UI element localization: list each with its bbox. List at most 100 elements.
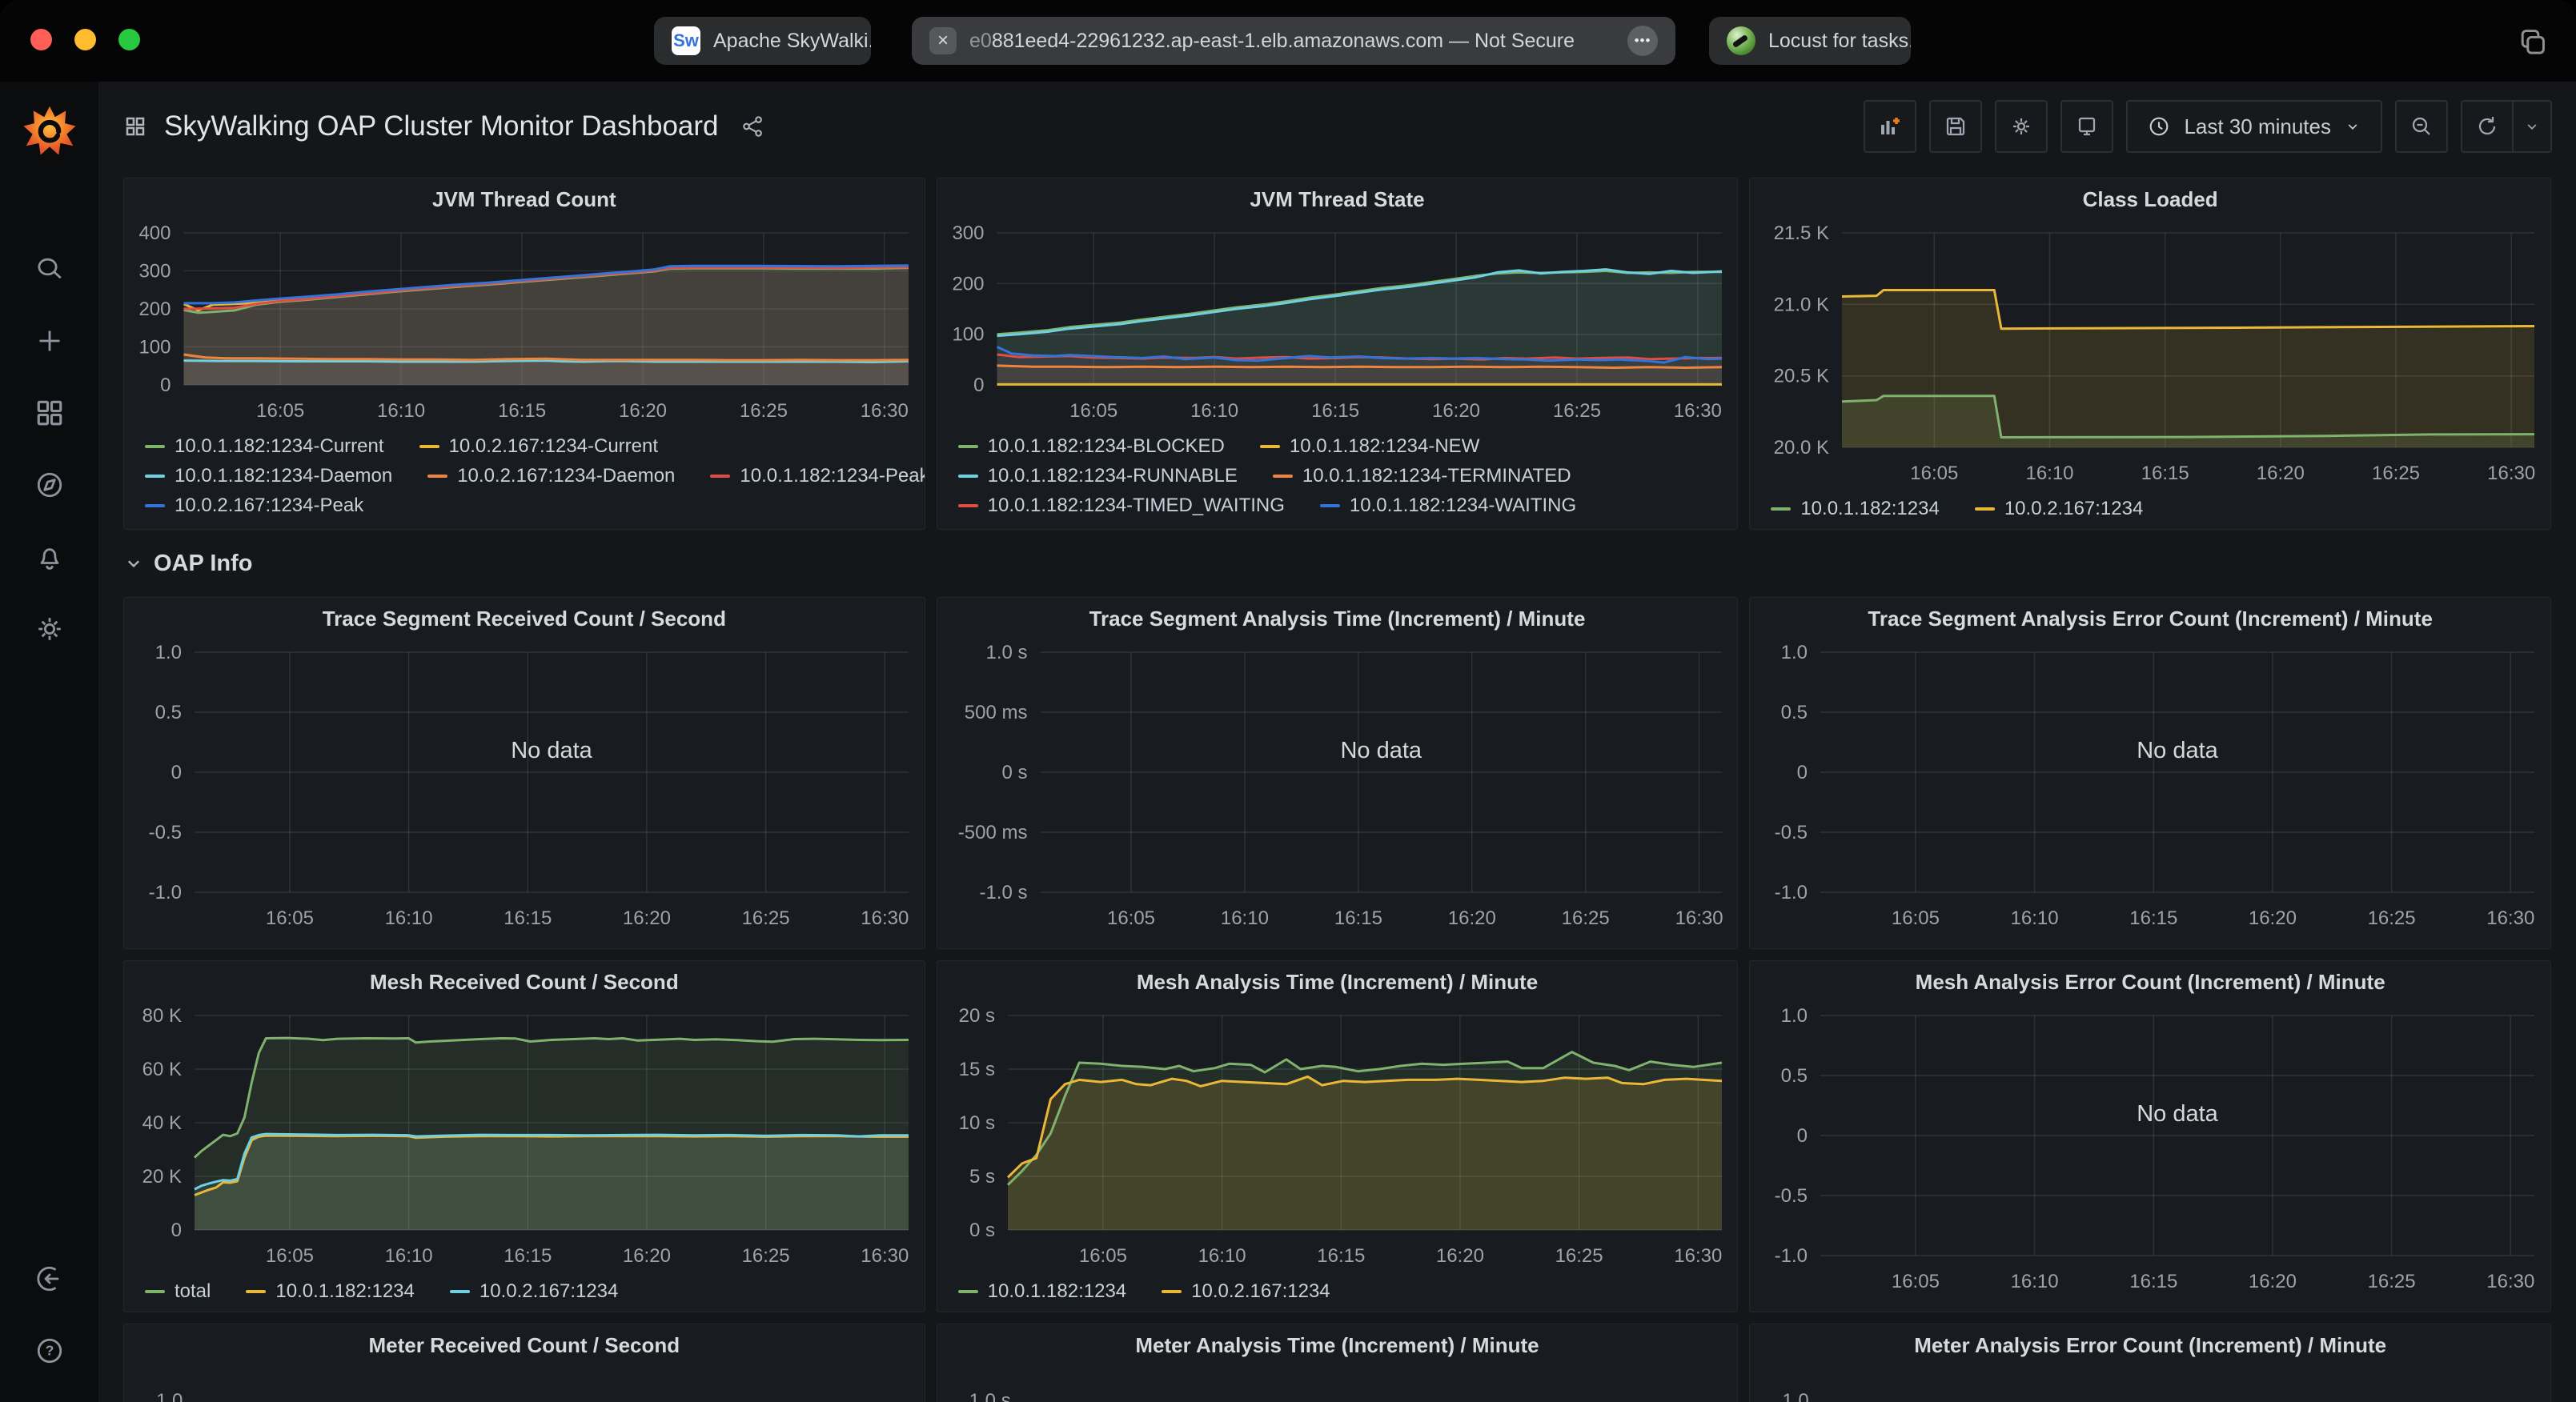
panel-title[interactable]: JVM Thread Count	[124, 178, 925, 220]
page-title[interactable]: SkyWalking OAP Cluster Monitor Dashboard	[164, 110, 719, 142]
panel-chart[interactable]: 1.00.50-0.5-1.016:0516:1016:1516:2016:25…	[124, 639, 925, 934]
svg-text:100: 100	[138, 337, 171, 359]
explore-compass-icon[interactable]	[34, 469, 66, 501]
panel-chart[interactable]: 1.00.50-0.5-1.016:0516:1016:1516:2016:25…	[1750, 1003, 2550, 1297]
legend-label: 10.0.2.167:1234	[2004, 498, 2144, 520]
panel-title[interactable]: JVM Thread State	[937, 178, 1738, 220]
legend-item[interactable]: 10.0.1.182:1234-Current	[145, 435, 384, 458]
panel-chart[interactable]: 1.0 s500 ms0 s-500 ms-1.0 s16:0516:1016:…	[937, 639, 1738, 934]
cycle-view-mode-button[interactable]	[2060, 100, 2113, 153]
legend-item[interactable]: 10.0.1.182:1234	[958, 1280, 1127, 1303]
time-series-plot[interactable]: 020 K40 K60 K80 K16:0516:1016:1516:2016:…	[124, 1003, 925, 1272]
panel-title[interactable]: Trace Segment Analysis Error Count (Incr…	[1750, 598, 2550, 639]
svg-text:1.0 s: 1.0 s	[985, 642, 1027, 663]
legend-item[interactable]: 10.0.1.182:1234-WAITING	[1320, 495, 1576, 517]
panel-title[interactable]: Mesh Analysis Error Count (Increment) / …	[1750, 961, 2550, 1003]
legend-item[interactable]: 10.0.1.182:1234-NEW	[1260, 435, 1479, 458]
time-series-plot[interactable]: 010020030016:0516:1016:1516:2016:2516:30	[937, 220, 1738, 427]
refresh-interval-dropdown[interactable]	[2514, 100, 2552, 153]
create-plus-icon[interactable]	[34, 325, 66, 357]
sign-out-icon[interactable]	[34, 1263, 66, 1295]
tab-locust[interactable]: Locust for tasks.py	[1709, 17, 1911, 65]
time-series-plot[interactable]: 1.00.50-0.5-1.016:0516:1016:1516:2016:25…	[1750, 1003, 2550, 1297]
zoom-out-time-button[interactable]	[2395, 100, 2448, 153]
legend-color-swatch	[710, 475, 730, 478]
legend-item[interactable]: 10.0.2.167:1234	[1975, 498, 2144, 520]
alerting-bell-icon[interactable]	[34, 541, 66, 573]
time-series-plot[interactable]: 20.0 K20.5 K21.0 K21.5 K16:0516:1016:151…	[1750, 220, 2550, 489]
legend-label: 10.0.2.167:1234	[1191, 1280, 1330, 1303]
panel-title[interactable]: Meter Analysis Error Count (Increment) /…	[1750, 1324, 2550, 1366]
legend-item[interactable]: 10.0.1.182:1234-TIMED_WAITING	[958, 495, 1285, 517]
row-oap-info[interactable]: OAP Info	[123, 541, 2551, 586]
search-icon[interactable]	[34, 253, 66, 285]
tab-apache-skywalking[interactable]: Sw Apache SkyWalki...	[654, 17, 871, 65]
svg-text:16:25: 16:25	[742, 907, 790, 929]
legend-item[interactable]: 10.0.2.167:1234	[1162, 1280, 1330, 1303]
legend-item[interactable]: total	[145, 1280, 211, 1303]
minimize-window-button[interactable]	[74, 29, 96, 50]
panel: Trace Segment Received Count / Second1.0…	[123, 597, 925, 949]
share-icon[interactable]	[741, 114, 765, 138]
svg-text:16:20: 16:20	[2249, 907, 2297, 929]
legend-label: 10.0.2.167:1234-Daemon	[457, 465, 675, 487]
panel-chart[interactable]: 1.00.50-0.5-1.016:0516:1016:1516:2016:25…	[1750, 639, 2550, 934]
svg-text:80 K: 80 K	[142, 1005, 182, 1027]
grafana-logo[interactable]	[21, 101, 78, 158]
panel-title[interactable]: Mesh Received Count / Second	[124, 961, 925, 1003]
legend-item[interactable]: 10.0.1.182:1234-RUNNABLE	[958, 465, 1238, 487]
legend-item[interactable]: 10.0.1.182:1234-Peak	[710, 465, 925, 487]
panel-title[interactable]: Class Loaded	[1750, 178, 2550, 220]
legend-item[interactable]: 10.0.1.182:1234-BLOCKED	[958, 435, 1225, 458]
close-tab-icon[interactable]: ×	[929, 27, 957, 54]
legend-item[interactable]: 10.0.1.182:1234-TERMINATED	[1273, 465, 1571, 487]
time-series-plot[interactable]: 1.00.50-0.5-1.016:0516:1016:1516:2016:25…	[1750, 639, 2550, 934]
legend-item[interactable]: 10.0.2.167:1234-Daemon	[427, 465, 675, 487]
svg-text:100: 100	[952, 324, 984, 346]
add-panel-button[interactable]	[1864, 100, 1916, 153]
panel-chart[interactable]: 020 K40 K60 K80 K16:0516:1016:1516:2016:…	[124, 1003, 925, 1272]
svg-text:-1.0: -1.0	[1775, 882, 1808, 903]
panel-chart[interactable]: 010020030040016:0516:1016:1516:2016:2516…	[124, 220, 925, 427]
panel-title[interactable]: Meter Analysis Time (Increment) / Minute	[937, 1324, 1738, 1366]
refresh-dashboard-button[interactable]	[2461, 100, 2514, 153]
time-series-plot[interactable]: 1.0 s500 ms0 s-500 ms-1.0 s16:0516:1016:…	[937, 639, 1738, 934]
legend-color-swatch	[958, 1290, 978, 1293]
tab-options-icon[interactable]: •••	[1627, 26, 1658, 56]
help-icon[interactable]: ?	[34, 1335, 66, 1367]
time-range-picker[interactable]: Last 30 minutes	[2126, 100, 2382, 153]
panel-chart[interactable]: 0 s5 s10 s15 s20 s16:0516:1016:1516:2016…	[937, 1003, 1738, 1272]
svg-text:16:25: 16:25	[1555, 1245, 1603, 1267]
dashboard-grid-icon[interactable]	[122, 114, 148, 139]
svg-text:16:20: 16:20	[623, 907, 671, 929]
panel-title[interactable]: Meter Received Count / Second	[124, 1324, 925, 1366]
dashboards-icon[interactable]	[34, 397, 66, 429]
legend-item[interactable]: 10.0.1.182:1234-Daemon	[145, 465, 392, 487]
time-series-plot[interactable]: 010020030040016:0516:1016:1516:2016:2516…	[124, 220, 925, 427]
legend-item[interactable]: 10.0.1.182:1234	[246, 1280, 415, 1303]
window-controls	[30, 29, 140, 50]
panel-title[interactable]: Trace Segment Received Count / Second	[124, 598, 925, 639]
configuration-gear-icon[interactable]	[34, 613, 66, 645]
dashboard-canvas: JVM Thread Count010020030040016:0516:101…	[98, 171, 2576, 1402]
legend-item[interactable]: 10.0.1.182:1234	[1771, 498, 1940, 520]
panel-title[interactable]: Mesh Analysis Time (Increment) / Minute	[937, 961, 1738, 1003]
svg-text:0: 0	[171, 1220, 182, 1241]
svg-text:20.5 K: 20.5 K	[1774, 366, 1829, 387]
panel-title[interactable]: Trace Segment Analysis Time (Increment) …	[937, 598, 1738, 639]
close-window-button[interactable]	[30, 29, 52, 50]
legend-item[interactable]: 10.0.2.167:1234-Peak	[145, 495, 363, 517]
panel-chart[interactable]: 20.0 K20.5 K21.0 K21.5 K16:0516:1016:151…	[1750, 220, 2550, 489]
svg-text:300: 300	[952, 222, 984, 244]
panel-chart[interactable]: 010020030016:0516:1016:1516:2016:2516:30	[937, 220, 1738, 427]
time-series-plot[interactable]: 0 s5 s10 s15 s20 s16:0516:1016:1516:2016…	[937, 1003, 1738, 1272]
save-dashboard-button[interactable]	[1929, 100, 1982, 153]
legend-item[interactable]: 10.0.2.167:1234	[450, 1280, 619, 1303]
time-series-plot[interactable]: 1.00.50-0.5-1.016:0516:1016:1516:2016:25…	[124, 639, 925, 934]
svg-text:16:30: 16:30	[2487, 463, 2535, 484]
tab-active-elb[interactable]: × e0881eed4-22961232.ap-east-1.elb.amazo…	[912, 17, 1675, 65]
tab-overview-icon[interactable]	[2515, 26, 2549, 59]
dashboard-settings-button[interactable]	[1995, 100, 2048, 153]
legend-item[interactable]: 10.0.2.167:1234-Current	[419, 435, 659, 458]
zoom-window-button[interactable]	[118, 29, 140, 50]
